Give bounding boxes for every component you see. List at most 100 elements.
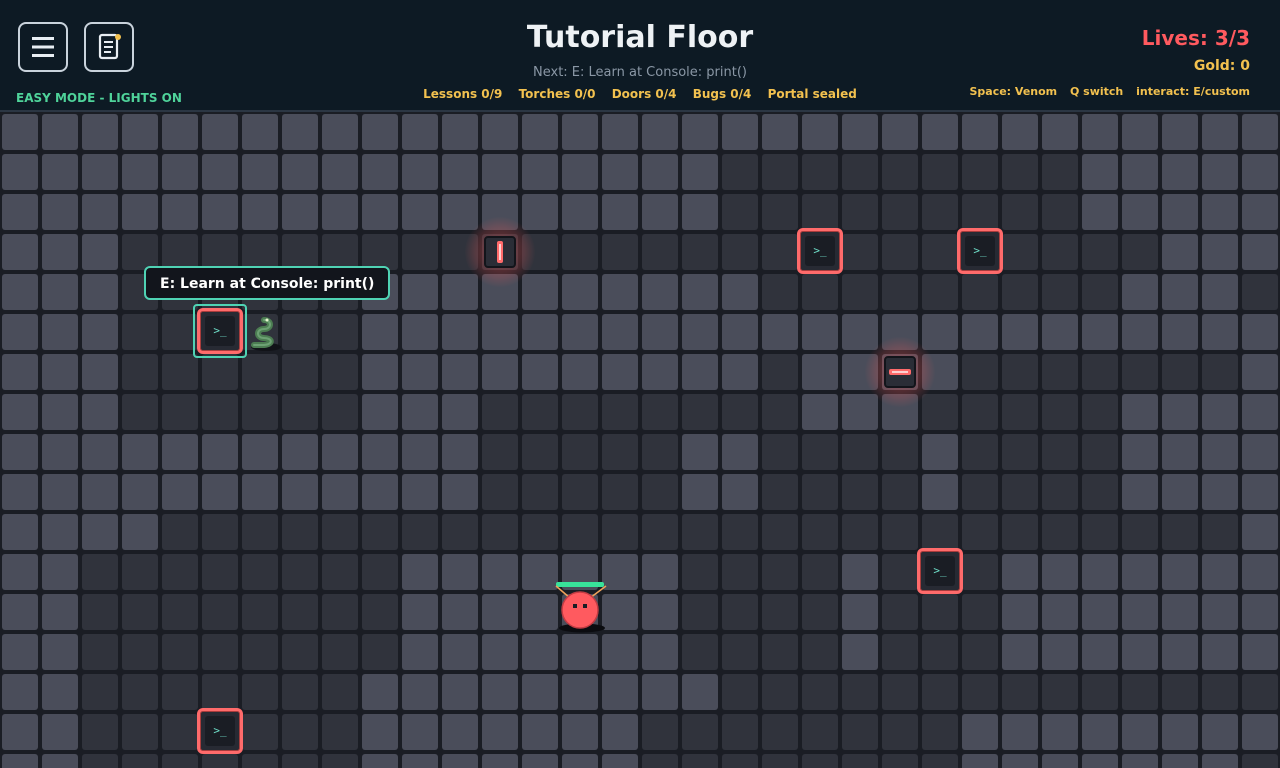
floor-tile bbox=[42, 754, 78, 768]
floor-tile bbox=[1042, 154, 1078, 190]
floor-tile bbox=[202, 674, 238, 710]
floor-tile bbox=[642, 354, 678, 390]
floor-tile bbox=[642, 394, 678, 430]
floor-tile bbox=[522, 354, 558, 390]
floor-tile bbox=[1042, 274, 1078, 310]
floor-tile bbox=[1122, 314, 1158, 350]
floor-tile bbox=[2, 554, 38, 590]
floor-tile bbox=[2, 634, 38, 670]
floor-tile bbox=[962, 114, 998, 150]
floor-tile bbox=[962, 554, 998, 590]
floor-tile bbox=[162, 474, 198, 510]
floor-tile bbox=[1042, 314, 1078, 350]
floor-tile bbox=[442, 274, 478, 310]
floor-tile bbox=[802, 674, 838, 710]
floor-tile bbox=[762, 154, 798, 190]
floor-tile bbox=[482, 674, 518, 710]
floor-tile bbox=[882, 234, 918, 270]
control-hint-venom: Space: Venom bbox=[969, 85, 1058, 98]
floor-tile bbox=[1122, 234, 1158, 270]
floor-tile bbox=[882, 274, 918, 310]
floor-tile bbox=[682, 274, 718, 310]
floor-tile bbox=[42, 594, 78, 630]
floor-tile bbox=[82, 234, 118, 270]
floor-tile bbox=[442, 194, 478, 230]
floor-tile bbox=[362, 314, 398, 350]
floor-tile bbox=[1242, 714, 1278, 750]
floor-tile bbox=[522, 634, 558, 670]
floor-tile bbox=[442, 434, 478, 470]
door-horizontal[interactable] bbox=[865, 337, 935, 407]
floor-tile bbox=[1002, 714, 1038, 750]
door-vertical[interactable] bbox=[465, 217, 535, 287]
floor-tile bbox=[1122, 194, 1158, 230]
floor-tile bbox=[602, 754, 638, 768]
console-terminal[interactable]: >_ bbox=[917, 548, 963, 594]
floor-tile bbox=[482, 354, 518, 390]
floor-tile bbox=[42, 474, 78, 510]
floor-tile bbox=[1002, 274, 1038, 310]
floor-tile bbox=[482, 514, 518, 550]
floor-tile bbox=[242, 234, 278, 270]
floor-tile bbox=[682, 514, 718, 550]
console-terminal[interactable]: >_ bbox=[797, 228, 843, 274]
floor-tile bbox=[762, 474, 798, 510]
floor-tile bbox=[162, 674, 198, 710]
floor-tile bbox=[1002, 114, 1038, 150]
floor-tile bbox=[962, 274, 998, 310]
floor-tile bbox=[402, 314, 438, 350]
stat-bugs: Bugs 0/4 bbox=[692, 87, 752, 101]
floor-tile bbox=[202, 434, 238, 470]
lives-counter: Lives: 3/3 bbox=[1141, 26, 1250, 50]
floor-tile bbox=[1082, 634, 1118, 670]
floor-tile bbox=[882, 674, 918, 710]
floor-tile bbox=[362, 754, 398, 768]
floor-tile bbox=[162, 194, 198, 230]
console-terminal[interactable]: >_ bbox=[957, 228, 1003, 274]
floor-tile bbox=[202, 554, 238, 590]
floor-tile bbox=[42, 354, 78, 390]
floor-tile bbox=[1122, 594, 1158, 630]
floor-tile bbox=[1202, 434, 1238, 470]
floor-tile bbox=[362, 354, 398, 390]
floor-tile bbox=[42, 394, 78, 430]
floor-tile bbox=[882, 114, 918, 150]
floor-tile bbox=[922, 114, 958, 150]
floor-tile bbox=[562, 234, 598, 270]
floor-tile bbox=[1042, 234, 1078, 270]
floor-tile bbox=[402, 114, 438, 150]
floor-tile bbox=[1122, 674, 1158, 710]
floor-tile bbox=[442, 154, 478, 190]
floor-tile bbox=[402, 194, 438, 230]
floor-tile bbox=[922, 474, 958, 510]
floor-tile bbox=[602, 114, 638, 150]
floor-tile bbox=[762, 234, 798, 270]
bug-enemy-icon[interactable] bbox=[550, 580, 612, 634]
floor-tile bbox=[1002, 234, 1038, 270]
floor-tile bbox=[482, 554, 518, 590]
floor-tile bbox=[1002, 434, 1038, 470]
next-objective-hint: Next: E: Learn at Console: print() bbox=[533, 65, 747, 80]
floor-tile bbox=[402, 554, 438, 590]
console-terminal[interactable]: >_ bbox=[197, 708, 243, 754]
floor-tile bbox=[882, 474, 918, 510]
floor-tile bbox=[82, 154, 118, 190]
floor-tile bbox=[1042, 674, 1078, 710]
floor-tile bbox=[122, 714, 158, 750]
floor-tile bbox=[162, 754, 198, 768]
floor-tile bbox=[322, 154, 358, 190]
floor-tile bbox=[1242, 474, 1278, 510]
floor-tile bbox=[842, 274, 878, 310]
floor-tile bbox=[722, 434, 758, 470]
game-board[interactable]: >_ >_ >_ >_ >_ E: Learn at Console: prin… bbox=[0, 112, 1280, 768]
floor-tile bbox=[802, 194, 838, 230]
floor-tile bbox=[762, 274, 798, 310]
floor-tile bbox=[442, 114, 478, 150]
floor-tile bbox=[122, 194, 158, 230]
floor-tile bbox=[42, 234, 78, 270]
floor-tile bbox=[122, 234, 158, 270]
floor-tile bbox=[562, 154, 598, 190]
floor-tile bbox=[602, 674, 638, 710]
floor-tile bbox=[202, 114, 238, 150]
floor-tile bbox=[1122, 474, 1158, 510]
